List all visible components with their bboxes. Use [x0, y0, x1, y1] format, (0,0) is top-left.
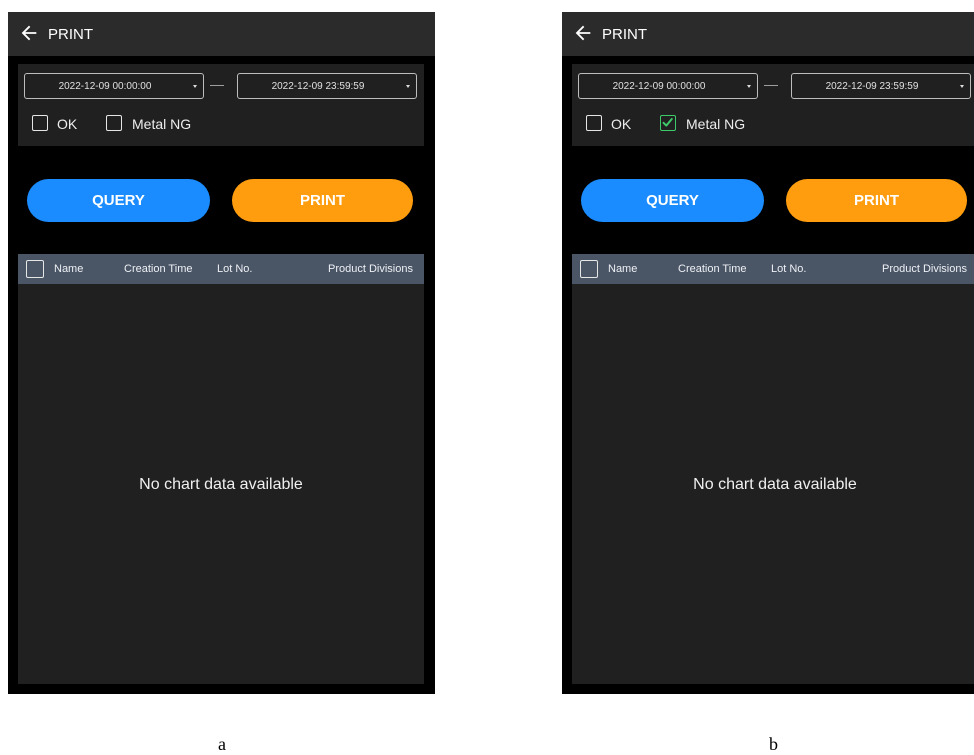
- filter-panel: 2022-12-09 00:00:00 2022-12-09 23:59:59 …: [572, 64, 974, 146]
- table-body: No chart data available: [572, 284, 974, 684]
- filter-panel: 2022-12-09 00:00:00 2022-12-09 23:59:59 …: [18, 64, 424, 146]
- column-header-name[interactable]: Name: [54, 263, 83, 275]
- column-header-creation-time[interactable]: Creation Time: [678, 263, 746, 275]
- empty-state-message: No chart data available: [139, 476, 303, 493]
- ok-checkbox[interactable]: [32, 115, 48, 131]
- ok-checkbox-label: OK: [611, 116, 632, 132]
- screen-a: PRINT 2022-12-09 00:00:00 2022-12-09 23:…: [8, 12, 435, 694]
- back-arrow-icon[interactable]: [572, 22, 594, 44]
- caret-down-icon: [747, 85, 751, 88]
- empty-state-message: No chart data available: [693, 476, 857, 493]
- select-all-checkbox[interactable]: [26, 260, 44, 278]
- caret-down-icon: [406, 85, 410, 88]
- start-date-value: 2022-12-09 00:00:00: [58, 81, 152, 92]
- column-header-product-divisions[interactable]: Product Divisions: [328, 263, 413, 275]
- start-date-value: 2022-12-09 00:00:00: [612, 81, 706, 92]
- app-bar: PRINT: [562, 12, 974, 56]
- start-date-picker[interactable]: 2022-12-09 00:00:00: [24, 73, 204, 99]
- metal-ng-checkbox[interactable]: [106, 115, 122, 131]
- ok-checkbox[interactable]: [586, 115, 602, 131]
- caption-a: a: [218, 734, 226, 754]
- column-header-lot-no[interactable]: Lot No.: [217, 263, 252, 275]
- app-bar: PRINT: [8, 12, 435, 56]
- metal-ng-checkbox[interactable]: [660, 115, 676, 131]
- caret-down-icon: [193, 85, 197, 88]
- range-separator: [764, 85, 778, 86]
- back-arrow-icon[interactable]: [18, 22, 40, 44]
- end-date-picker[interactable]: 2022-12-09 23:59:59: [791, 73, 971, 99]
- table-header: Name Creation Time Lot No. Product Divis…: [18, 254, 424, 284]
- range-separator: [210, 85, 224, 86]
- query-button[interactable]: QUERY: [27, 179, 210, 222]
- end-date-value: 2022-12-09 23:59:59: [825, 81, 919, 92]
- page-title: PRINT: [48, 26, 93, 43]
- screen-b: PRINT 2022-12-09 00:00:00 2022-12-09 23:…: [562, 12, 974, 694]
- caption-b: b: [769, 734, 778, 754]
- select-all-checkbox[interactable]: [580, 260, 598, 278]
- table-header: Name Creation Time Lot No. Product Divis…: [572, 254, 974, 284]
- table-body: No chart data available: [18, 284, 424, 684]
- end-date-value: 2022-12-09 23:59:59: [271, 81, 365, 92]
- column-header-product-divisions[interactable]: Product Divisions: [882, 263, 967, 275]
- caret-down-icon: [960, 85, 964, 88]
- start-date-picker[interactable]: 2022-12-09 00:00:00: [578, 73, 758, 99]
- metal-ng-checkbox-label: Metal NG: [132, 116, 192, 132]
- column-header-name[interactable]: Name: [608, 263, 637, 275]
- page-title: PRINT: [602, 26, 647, 43]
- column-header-lot-no[interactable]: Lot No.: [771, 263, 806, 275]
- metal-ng-checkbox-label: Metal NG: [686, 116, 746, 132]
- checkmark-icon: [662, 118, 673, 127]
- print-button[interactable]: PRINT: [786, 179, 967, 222]
- query-button[interactable]: QUERY: [581, 179, 764, 222]
- ok-checkbox-label: OK: [57, 116, 78, 132]
- print-button[interactable]: PRINT: [232, 179, 413, 222]
- column-header-creation-time[interactable]: Creation Time: [124, 263, 192, 275]
- end-date-picker[interactable]: 2022-12-09 23:59:59: [237, 73, 417, 99]
